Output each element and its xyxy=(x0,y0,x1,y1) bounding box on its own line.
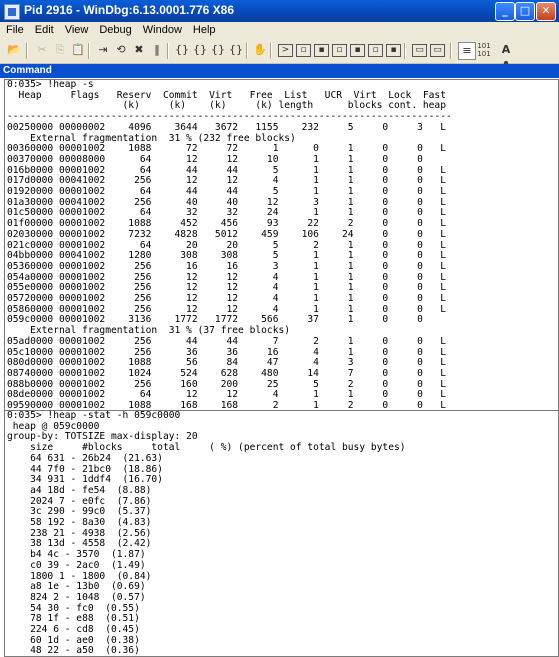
memory-window-icon[interactable]: ▪ xyxy=(350,44,365,57)
menu-help[interactable]: Help xyxy=(187,22,221,36)
minimize-button[interactable]: _ xyxy=(495,2,515,21)
locals-window-icon[interactable]: ▪ xyxy=(314,44,329,57)
windbg-app-icon[interactable] xyxy=(4,4,20,20)
toolbar-separator xyxy=(450,43,452,59)
menu-edit[interactable]: Edit xyxy=(29,22,59,36)
toolbar-separator xyxy=(270,43,272,59)
registers-window-icon[interactable]: ▫ xyxy=(332,44,347,57)
copy-icon[interactable]: ⎘ xyxy=(52,42,68,58)
cut-icon[interactable]: ✂ xyxy=(34,42,50,58)
command-window-icon[interactable]: > xyxy=(278,44,293,57)
step-out-icon[interactable]: {} xyxy=(210,42,226,58)
open-icon[interactable]: 📂 xyxy=(6,42,22,58)
scratch-pad-icon[interactable]: ▭ xyxy=(412,44,427,57)
maximize-button[interactable]: □ xyxy=(515,2,535,21)
stop-debugging-icon[interactable]: ✖ xyxy=(131,42,147,58)
menu-debug[interactable]: Debug xyxy=(93,22,136,36)
command-panel-label: Command xyxy=(3,65,52,76)
command-panel-title: Command xyxy=(0,64,559,78)
window-title: Pid 2916 - WinDbg:6.13.0001.776 X86 xyxy=(24,3,234,17)
disassembly-icon[interactable]: ▪ xyxy=(386,44,401,57)
scratch-pad-icon-2[interactable]: ▭ xyxy=(430,44,445,57)
hex-mode-icon[interactable]: 101 101 xyxy=(476,42,492,58)
call-stack-icon[interactable]: ▫ xyxy=(368,44,383,57)
toolbar-separator xyxy=(404,43,406,59)
restart-icon[interactable]: ⟲ xyxy=(113,42,129,58)
close-button[interactable]: ✕ xyxy=(536,2,556,21)
toolbar-separator xyxy=(26,43,28,59)
toolbar-separator xyxy=(88,43,90,59)
run-to-cursor-icon[interactable]: {} xyxy=(228,42,244,58)
heap-summary-output: 0:035> !heap -s Heap Flags Reserv Commit… xyxy=(7,79,452,413)
command-output-pane-top[interactable]: 0:035> !heap -s Heap Flags Reserv Commit… xyxy=(4,79,559,414)
command-output-pane-bottom[interactable]: 0:035> !heap -stat -h 059c0000 heap @ 05… xyxy=(4,410,559,657)
hand-icon[interactable]: ✋ xyxy=(252,42,268,58)
menu-bar: File Edit View Debug Window Help xyxy=(0,22,559,39)
break-icon[interactable]: ‖ xyxy=(149,42,165,58)
menu-window[interactable]: Window xyxy=(137,22,187,36)
menu-file[interactable]: File xyxy=(0,22,29,36)
watch-window-icon[interactable]: ▫ xyxy=(296,44,311,57)
menu-view[interactable]: View xyxy=(59,22,94,36)
step-over-icon[interactable]: {} xyxy=(192,42,208,58)
toolbar: 📂 ✂ ⎘ 📋 ⇥ ⟲ ✖ ‖ {} {} {} {} ✋ > ▫ ▪ ▫ ▪ … xyxy=(0,39,559,72)
toolbar-separator xyxy=(246,43,248,59)
font-icon[interactable]: A A xyxy=(498,42,514,72)
source-mode-icon[interactable]: ≡ xyxy=(458,42,476,60)
paste-icon[interactable]: 📋 xyxy=(70,42,86,58)
heap-stat-output: 0:035> !heap -stat -h 059c0000 heap @ 05… xyxy=(7,410,406,657)
go-icon[interactable]: ⇥ xyxy=(95,42,111,58)
title-bar: Pid 2916 - WinDbg:6.13.0001.776 X86 _ □ … xyxy=(0,0,559,22)
step-into-icon[interactable]: {} xyxy=(174,42,190,58)
toolbar-separator xyxy=(167,43,169,59)
